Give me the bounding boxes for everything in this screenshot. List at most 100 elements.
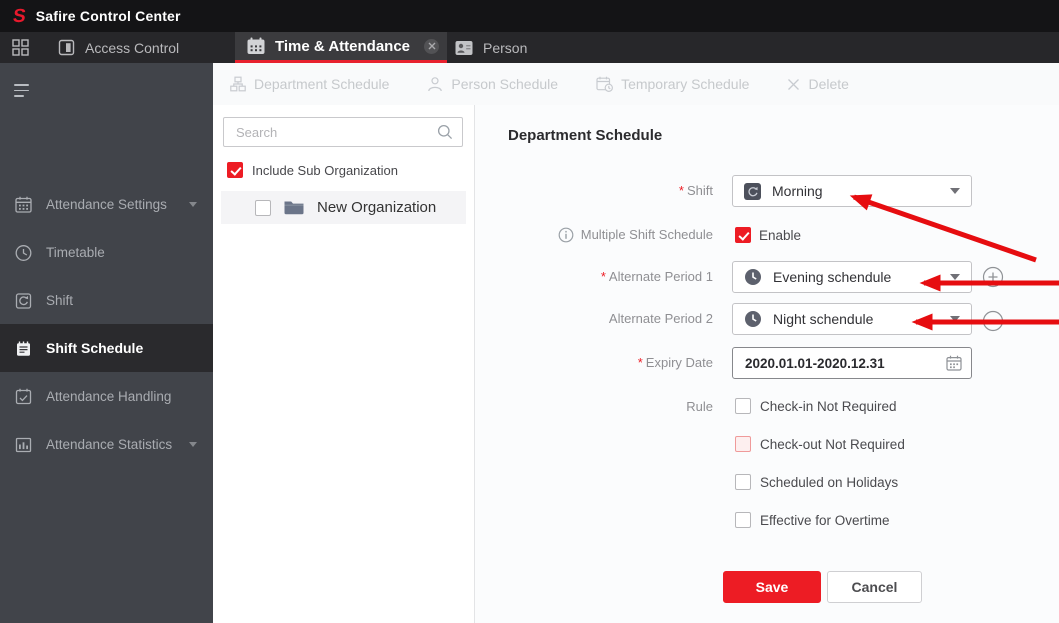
organization-tree-panel: Include Sub Organization New Organizatio…: [213, 105, 475, 623]
alternate-period-2-dropdown[interactable]: Night schendule: [732, 303, 972, 335]
clock-icon: [745, 311, 761, 327]
clock-icon: [745, 269, 761, 285]
expiry-date-label: * Expiry Date: [637, 355, 713, 370]
org-chart-icon: [230, 76, 246, 92]
schedule-notepad-icon: [17, 341, 30, 356]
sidebar-item-label: Attendance Statistics: [46, 436, 173, 452]
enable-label: Enable: [759, 228, 802, 243]
rule-option-row: Check-in Not Required: [735, 398, 897, 415]
rule-option-row: Check-out Not Required: [735, 436, 905, 453]
search-icon: [437, 124, 453, 140]
sidebar-item-label: Shift: [46, 292, 74, 308]
tree-node-checkbox[interactable]: [255, 199, 271, 216]
form-title: Department Schedule: [508, 127, 663, 144]
effective-for-overtime-checkbox[interactable]: [735, 512, 751, 528]
cancel-button[interactable]: Cancel: [827, 571, 922, 603]
tab-access-control[interactable]: Access Control: [58, 32, 208, 63]
chevron-down-icon: [189, 442, 197, 447]
include-sub-organization-row: Include Sub Organization: [227, 162, 398, 178]
add-period-button[interactable]: [982, 266, 1004, 288]
grid-icon: [12, 39, 29, 56]
shift-value: Morning: [772, 183, 823, 199]
sidebar: Attendance Settings Timetable Shift Shif…: [0, 63, 213, 623]
plus-circle-icon: [982, 266, 1004, 288]
delete-button[interactable]: Delete: [787, 76, 849, 92]
calendar-clock-icon: [596, 76, 614, 92]
schedule-toolbar: Department Schedule Person Schedule Temp…: [213, 63, 1059, 105]
sidebar-item-attendance-handling[interactable]: Attendance Handling: [0, 372, 213, 420]
info-icon[interactable]: [558, 227, 574, 243]
remove-period-button[interactable]: [982, 310, 1004, 332]
include-sub-organization-checkbox[interactable]: [227, 162, 243, 178]
toolbar-label: Temporary Schedule: [621, 76, 750, 92]
tree-node-new-organization[interactable]: New Organization: [221, 191, 466, 224]
alternate-period-1-dropdown[interactable]: Evening schendule: [732, 261, 972, 293]
department-schedule-button[interactable]: Department Schedule: [230, 76, 389, 92]
sidebar-item-shift[interactable]: Shift: [0, 276, 213, 324]
tree-node-label: New Organization: [317, 199, 437, 216]
tab-label: Person: [483, 39, 528, 56]
scheduled-on-holidays-checkbox[interactable]: [735, 474, 751, 490]
titlebar: S Safire Control Center: [0, 0, 1059, 32]
tab-person[interactable]: Person: [455, 32, 555, 63]
module-tabbar: Access Control Time & Attendance Person: [0, 32, 1059, 63]
clock-icon: [15, 244, 32, 261]
expiry-date-input[interactable]: [745, 355, 946, 371]
app-title: Safire Control Center: [35, 8, 181, 24]
search-input[interactable]: [234, 123, 437, 141]
calendar-check-icon: [15, 388, 32, 404]
alternate-period-1-label: * Alternate Period 1: [600, 269, 713, 284]
shift-label: * Shift: [678, 183, 713, 198]
chevron-down-icon: [950, 188, 960, 194]
rule-option-label: Check-in Not Required: [760, 399, 897, 414]
sidebar-item-timetable[interactable]: Timetable: [0, 228, 213, 276]
multiple-shift-schedule-label: Multiple Shift Schedule: [475, 227, 713, 243]
rule-option-label: Effective for Overtime: [760, 513, 890, 528]
shift-dropdown[interactable]: Morning: [732, 175, 972, 207]
door-icon: [58, 39, 75, 56]
safire-control-center-window: S Safire Control Center Access Control T…: [0, 0, 1059, 623]
bar-chart-icon: [15, 437, 32, 452]
save-button[interactable]: Save: [723, 571, 821, 603]
rule-option-label: Check-out Not Required: [760, 437, 905, 452]
department-schedule-form: Department Schedule * Shift Morning Multi…: [475, 105, 1059, 623]
alternate-period-2-label: Alternate Period 2: [608, 311, 713, 326]
check-in-not-required-checkbox[interactable]: [735, 398, 751, 414]
menu-toggle-button[interactable]: [14, 84, 40, 98]
sidebar-item-label: Attendance Settings: [46, 196, 167, 212]
apps-grid-button[interactable]: [12, 39, 29, 56]
rule-label: Rule: [686, 399, 713, 414]
safire-logo: S: [11, 5, 28, 27]
sidebar-item-label: Shift Schedule: [46, 340, 144, 356]
rule-option-label: Scheduled on Holidays: [760, 475, 899, 490]
shift-icon: [744, 182, 761, 200]
tab-time-attendance[interactable]: Time & Attendance: [235, 32, 447, 63]
main-content: Department Schedule Person Schedule Temp…: [213, 63, 1059, 623]
sidebar-item-label: Timetable: [46, 244, 105, 260]
temporary-schedule-button[interactable]: Temporary Schedule: [596, 76, 749, 92]
calendar-settings-icon: [15, 196, 32, 213]
sidebar-item-shift-schedule[interactable]: Shift Schedule: [0, 324, 213, 372]
id-card-icon: [455, 40, 473, 55]
expiry-date-field: [732, 347, 972, 379]
rule-option-row: Scheduled on Holidays: [735, 474, 898, 491]
toolbar-label: Delete: [808, 76, 849, 92]
x-icon: [788, 78, 800, 90]
tab-close-button[interactable]: [424, 38, 439, 54]
person-icon: [428, 77, 443, 92]
include-sub-organization-label: Include Sub Organization: [252, 162, 398, 178]
folder-icon: [284, 201, 304, 215]
sidebar-item-attendance-statistics[interactable]: Attendance Statistics: [0, 420, 213, 468]
shift-cycle-icon: [15, 292, 32, 309]
rule-option-row: Effective for Overtime: [735, 512, 890, 529]
person-schedule-button[interactable]: Person Schedule: [427, 76, 558, 92]
tab-label: Time & Attendance: [275, 37, 411, 55]
sidebar-item-attendance-settings[interactable]: Attendance Settings: [0, 180, 213, 228]
enable-checkbox[interactable]: [735, 227, 751, 243]
check-out-not-required-checkbox[interactable]: [735, 436, 751, 452]
search-box: [223, 117, 463, 147]
sidebar-item-label: Attendance Handling: [46, 388, 172, 404]
alternate-period-2-value: Night schendule: [773, 311, 874, 327]
calendar-picker-icon[interactable]: [946, 355, 962, 371]
close-icon: [428, 42, 435, 50]
